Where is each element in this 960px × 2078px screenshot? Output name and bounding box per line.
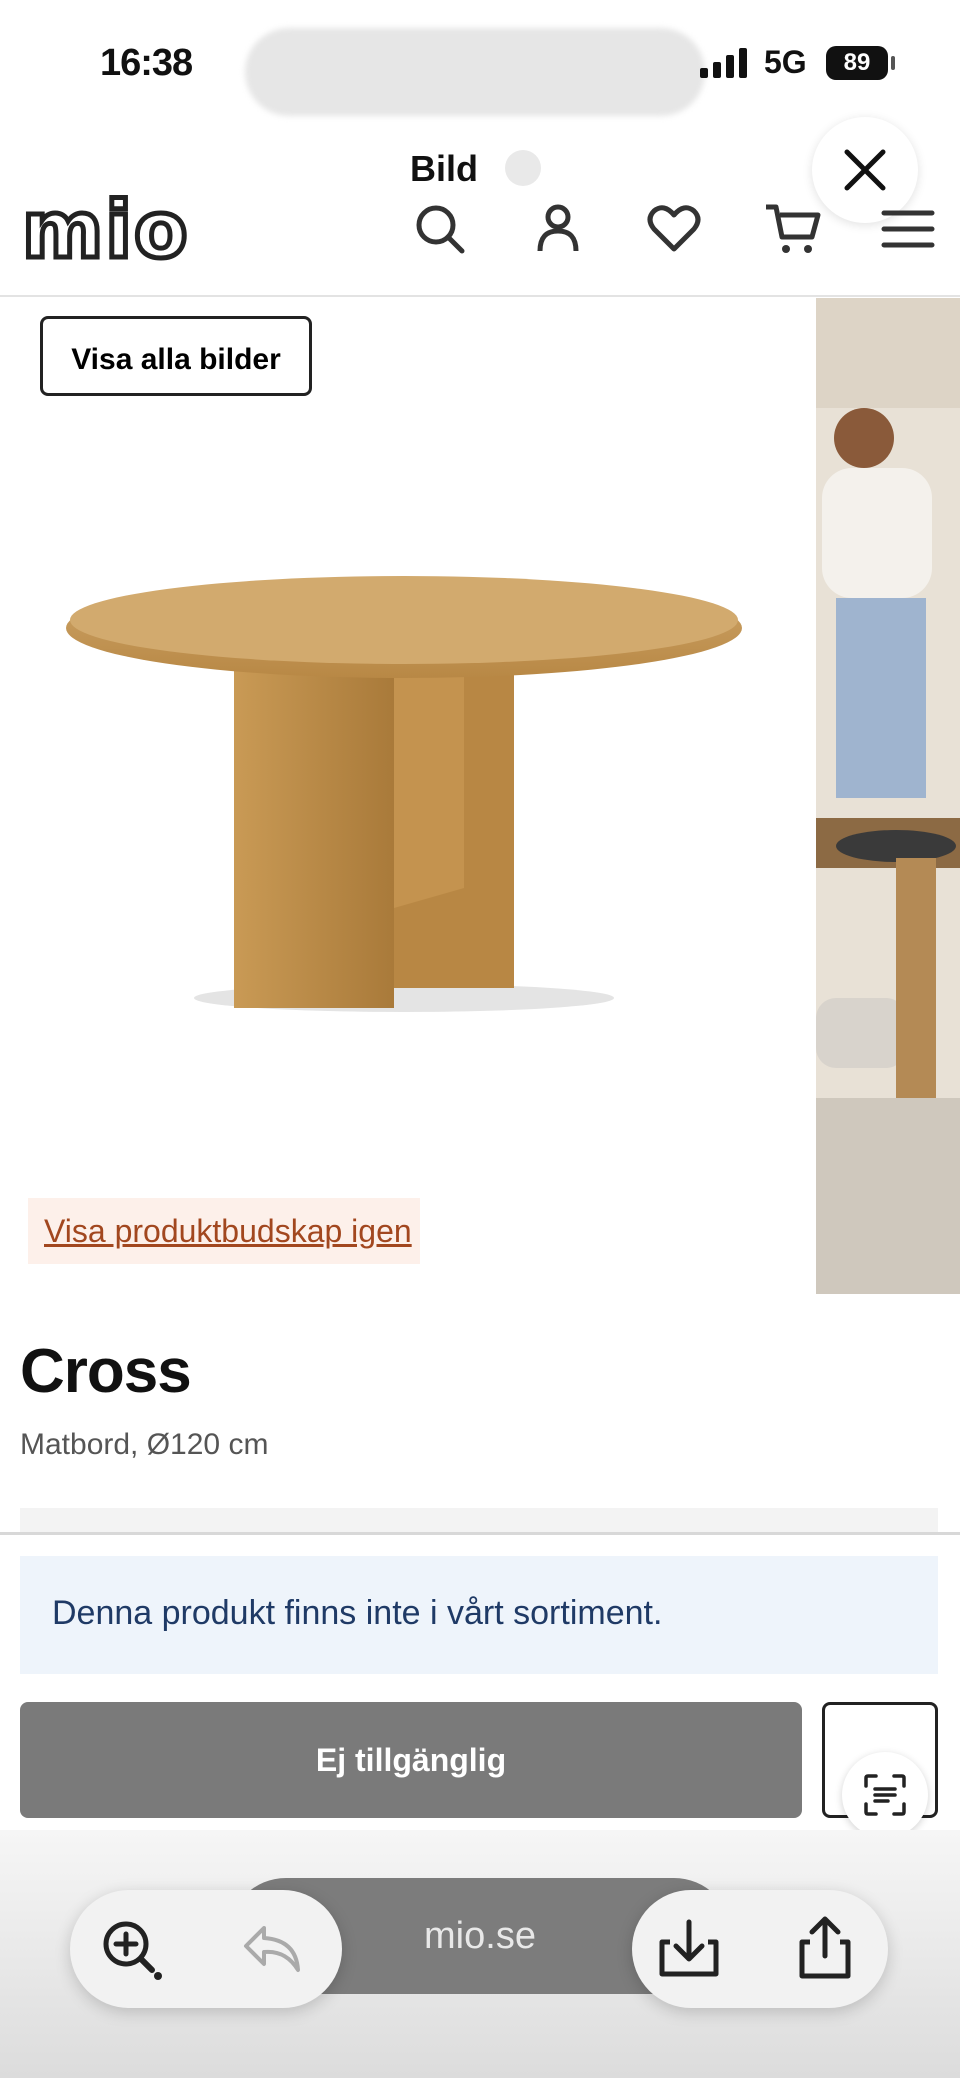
gallery-main-image[interactable]: Visa alla bilder Visa produktbudskap ige… [0,298,816,1294]
search-icon[interactable] [410,199,470,259]
scan-text-icon [864,1774,906,1816]
battery-cap [891,56,895,70]
network-type: 5G [764,44,807,80]
battery-icon: 89 [826,46,888,80]
undo-icon[interactable] [238,1914,308,1984]
site-header: mio [0,175,960,297]
availability-notice: Denna produkt finns inte i vårt sortimen… [20,1556,938,1674]
right-tool-group [632,1890,888,2008]
divider-line [0,1532,960,1535]
round-table-image [66,576,742,1012]
live-text-button[interactable] [842,1752,928,1838]
share-icon[interactable] [790,1914,860,1984]
download-icon[interactable] [654,1914,724,1984]
site-logo[interactable]: mio [20,189,191,274]
availability-notice-text: Denna produkt finns inte i vårt sortimen… [52,1594,663,1632]
unavailable-button[interactable]: Ej tillgänglig [20,1702,802,1818]
image-gallery[interactable]: Visa alla bilder Visa produktbudskap ige… [0,298,960,1294]
dynamic-island [245,28,705,116]
heart-icon[interactable] [644,199,704,259]
divider-strip [20,1508,938,1532]
signal-icon [700,48,747,78]
show-product-message-link[interactable]: Visa produktbudskap igen [28,1198,420,1264]
product-subtitle: Matbord, Ø120 cm [20,1428,269,1461]
cart-icon[interactable] [762,199,822,259]
left-tool-group [70,1890,342,2008]
status-time: 16:38 [100,42,193,84]
menu-icon[interactable] [878,199,938,259]
product-name: Cross [20,1337,192,1406]
show-all-images-button[interactable]: Visa alla bilder [40,316,312,396]
status-bar: 16:38 5G 89 [0,0,960,120]
gallery-next-image[interactable] [816,298,960,1294]
lifestyle-photo [816,298,960,1294]
zoom-in-icon[interactable] [96,1914,166,1984]
account-icon[interactable] [528,199,588,259]
